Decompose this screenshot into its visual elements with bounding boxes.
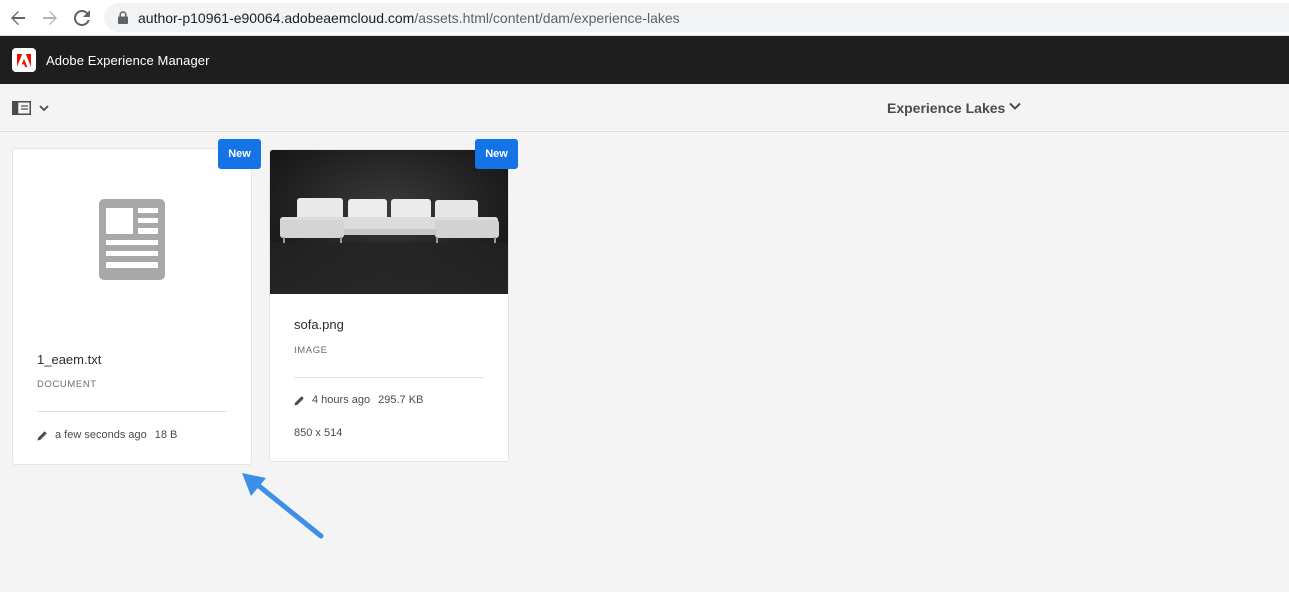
asset-meta: a few seconds ago 18 B [37, 429, 177, 441]
sofa-thumbnail-image [270, 150, 508, 294]
new-badge: New [218, 139, 261, 169]
aem-global-header: Adobe Experience Manager [0, 36, 1289, 84]
image-dimensions: 850 x 514 [294, 427, 343, 439]
rail-panel-icon [12, 101, 31, 115]
arrow-right-icon [43, 11, 57, 25]
asset-card-document[interactable]: New 1_eaem.txt DOCUMENT a few seconds ag… [12, 139, 261, 465]
back-button[interactable] [7, 7, 29, 29]
asset-meta: 4 hours ago 295.7 KB [294, 394, 423, 406]
address-bar[interactable]: author-p10961-e90064.adobeaemcloud.com/a… [104, 3, 1289, 32]
asset-card-image[interactable]: New sofa.png IMAGE 4 hours ago 295.7 KB … [269, 139, 518, 462]
document-icon [99, 199, 165, 280]
rail-toggle-button[interactable] [12, 98, 56, 118]
folder-title[interactable]: Experience Lakes [887, 100, 1005, 116]
lock-icon [116, 11, 130, 25]
asset-type: DOCUMENT [37, 379, 97, 390]
divider [37, 411, 227, 412]
arrow-left-icon [11, 11, 25, 25]
modified-time: a few seconds ago [55, 429, 147, 441]
annotation-arrow-icon [242, 473, 324, 539]
new-badge: New [475, 139, 518, 169]
chevron-down-icon [39, 104, 49, 111]
pencil-icon [294, 395, 304, 405]
asset-type: IMAGE [294, 345, 328, 356]
url-text: author-p10961-e90064.adobeaemcloud.com/a… [138, 10, 680, 26]
modified-time: 4 hours ago [312, 394, 371, 406]
asset-thumbnail[interactable] [270, 150, 508, 294]
folder-chevron-down-icon[interactable] [1009, 102, 1021, 110]
action-bar: Experience Lakes [0, 84, 1289, 132]
reload-button[interactable] [71, 7, 93, 29]
forward-button[interactable] [39, 7, 61, 29]
pencil-icon [37, 430, 47, 440]
divider [294, 377, 484, 378]
url-path: /assets.html/content/dam/experience-lake… [414, 9, 680, 26]
reload-icon [74, 10, 90, 26]
adobe-logo-icon[interactable] [12, 48, 36, 72]
app-title[interactable]: Adobe Experience Manager [46, 53, 210, 68]
url-host: author-p10961-e90064.adobeaemcloud.com [138, 9, 415, 26]
browser-toolbar: author-p10961-e90064.adobeaemcloud.com/a… [0, 0, 1289, 36]
file-size: 295.7 KB [378, 394, 424, 406]
asset-name[interactable]: 1_eaem.txt [37, 352, 101, 367]
asset-name[interactable]: sofa.png [294, 317, 344, 332]
file-size: 18 B [154, 429, 178, 441]
